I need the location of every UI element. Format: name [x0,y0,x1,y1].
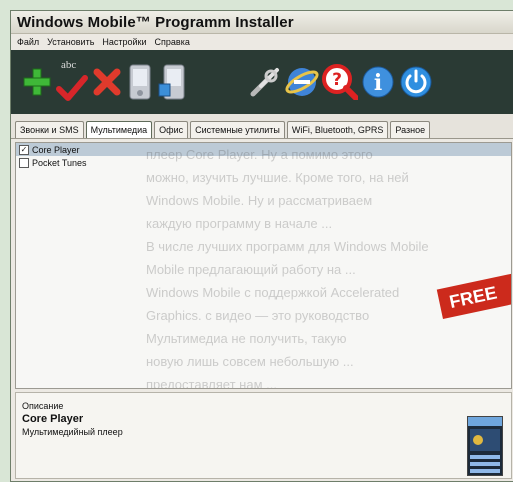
delete-icon [93,68,121,96]
tab-office[interactable]: Офис [154,121,189,138]
background-line: Мультимедиа не получить, такую [146,331,347,346]
installer-window: Windows Mobile™ Programm Installer Файл … [10,10,513,482]
background-line: каждую программу в начале ... [146,216,333,231]
background-line: новую лишь совсем небольшую ... [146,354,354,369]
background-line: Mobile предлагающий работу на ... [146,262,356,277]
tools-icon [250,68,279,97]
background-line: предоставляет нам ... [146,377,277,388]
toolbar: abc ? i [11,50,513,114]
list-item-label: Pocket Tunes [32,157,87,168]
background-text: плеер Core Player. Ну а помимо этого мож… [146,143,511,388]
info-icon: i [362,66,394,98]
program-description: Мультимедийный плеер [22,427,123,437]
delete-button[interactable] [89,55,125,109]
program-name: Core Player [22,413,84,425]
help-button[interactable]: ? [321,55,359,109]
power-icon [400,66,432,98]
svg-text:i: i [374,70,382,96]
menu-settings[interactable]: Настройки [102,37,146,47]
background-line: можно, изучить лучшие. Кроме того, на не… [146,170,409,185]
free-banner-label: FREE [447,281,499,312]
tab-wifi-bluetooth-gprs[interactable]: WiFi, Bluetooth, GPRS [286,121,389,138]
check-icon [56,75,88,101]
tab-system-utilities[interactable]: Системные утилиты [190,121,285,138]
category-tabs: Звонки и SMS Мультимедиа Офис Системные … [11,114,513,139]
tab-misc[interactable]: Разное [390,121,431,138]
background-line: Windows Mobile. Ну и рассматриваем [146,193,373,208]
list-item-core-player[interactable]: ✓ Core Player [16,143,511,156]
tab-calls-sms[interactable]: Звонки и SMS [15,121,84,138]
menu-bar: Файл Установить Настройки Справка [11,34,513,50]
program-screenshot [467,416,503,476]
info-button[interactable]: i [359,55,397,109]
list-item-label: Core Player [32,144,80,155]
internet-explorer-icon [285,68,319,96]
list-item-pocket-tunes[interactable]: Pocket Tunes [16,156,511,169]
title-bar: Windows Mobile™ Programm Installer [11,11,513,34]
svg-text:?: ? [332,70,342,90]
tab-multimedia[interactable]: Мультимедиа [85,121,153,138]
browser-button[interactable] [283,55,321,109]
add-icon [23,68,51,96]
checkbox[interactable] [19,157,29,168]
window-title: Windows Mobile™ Programm Installer [17,13,294,31]
spellcheck-button[interactable]: abc [55,55,89,109]
help-icon: ? [322,64,358,100]
description-panel: Описание Core Player Мультимедийный плее… [15,392,512,479]
device-icon [129,64,151,100]
device-button[interactable] [125,55,155,109]
screenshot-image [468,417,502,473]
description-heading: Описание [22,401,64,411]
free-banner: FREE [436,273,511,319]
program-list: плеер Core Player. Ну а помимо этого мож… [15,142,512,389]
menu-file[interactable]: Файл [17,37,39,47]
add-button[interactable] [19,55,55,109]
power-button[interactable] [397,55,435,109]
tools-button[interactable] [247,55,283,109]
device-install-button[interactable] [155,55,189,109]
device-install-icon [158,64,185,100]
abc-label: abc [61,59,77,71]
background-line: В числе лучших программ для Windows Mobi… [146,239,429,254]
checkbox-checked[interactable]: ✓ [19,144,29,155]
menu-help[interactable]: Справка [155,37,190,47]
menu-install[interactable]: Установить [47,37,94,47]
